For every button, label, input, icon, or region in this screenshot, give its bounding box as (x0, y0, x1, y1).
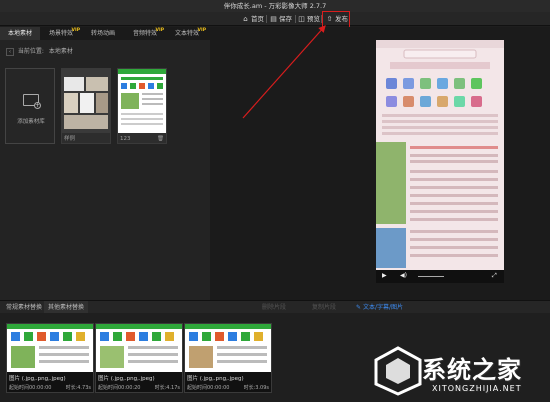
bottom-bar: 常规素材替换 其他素材替换 删除片段 复制片段 ✎ 文本/字幕/图片 (0, 300, 550, 314)
watermark-url: XITONGZHIJIA.NET (432, 384, 522, 393)
watermark-brand: 系统之家 (422, 356, 522, 384)
clip-card[interactable]: 图片 (.jpg,.png,.jpeg) 起始时间00:00:00 时长:3.0… (184, 323, 272, 393)
player-controls: ▶ ◀) ⤢ (376, 270, 504, 283)
preview-image (376, 40, 504, 283)
clip-card[interactable]: 图片 (.jpg,.png,.jpeg) 起始时间00:00:20 时长:4.1… (95, 323, 183, 393)
progress-slider[interactable] (418, 276, 444, 277)
volume-icon[interactable]: ◀) (400, 272, 407, 279)
fullscreen-icon[interactable]: ⤢ (492, 272, 497, 280)
clip-card[interactable]: 图片 (.jpg,.png,.jpeg) 起始时间00:00:00 时长:4.7… (6, 323, 94, 393)
watermark: 系统之家 XITONGZHIJIA.NET (372, 346, 548, 400)
watermark-logo-icon (374, 346, 422, 396)
clip-thumbnail (7, 324, 93, 372)
preview-frame: ▶ ◀) ⤢ (376, 40, 504, 283)
clip-thumbnail (185, 324, 271, 372)
play-icon[interactable]: ▶ (382, 272, 387, 279)
edit-icon: ✎ (356, 304, 363, 311)
clip-thumbnail (96, 324, 182, 372)
